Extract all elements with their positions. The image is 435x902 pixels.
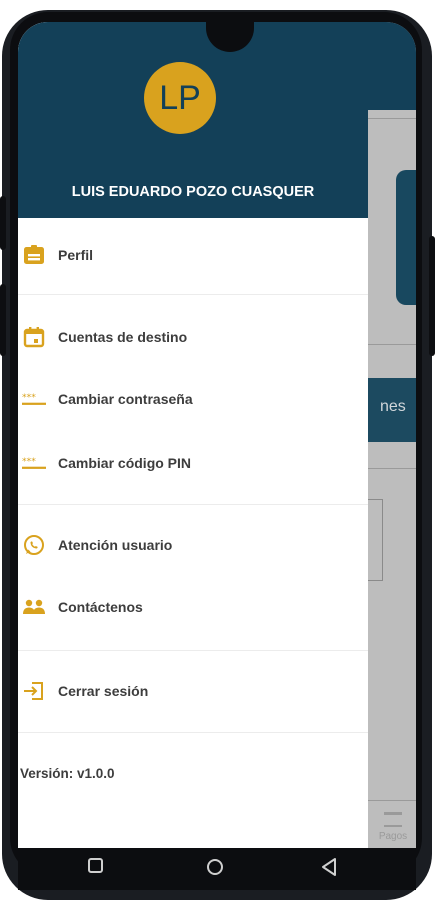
back-icon[interactable] — [318, 856, 340, 878]
menu-item-contactenos[interactable]: Contáctenos — [18, 578, 368, 636]
menu-item-perfil[interactable]: Perfil — [18, 226, 368, 284]
background-divider — [368, 468, 416, 469]
menu-item-label: Perfil — [58, 247, 94, 263]
home-icon[interactable] — [204, 856, 226, 878]
whatsapp-icon — [22, 533, 46, 557]
screen: nes Pagos LP LUIS EDUARDO POZO CUASQUER … — [18, 22, 416, 848]
menu-item-label: Cambiar contraseña — [58, 391, 193, 407]
background-tab-label: nes — [380, 398, 406, 415]
menu-item-cambiar-pin[interactable]: *** Cambiar código PIN — [18, 434, 368, 492]
menu-divider — [18, 294, 368, 295]
menu-divider — [18, 504, 368, 505]
background-divider — [368, 344, 416, 345]
menu-divider — [18, 650, 368, 651]
menu-item-cambiar-contrasena[interactable]: *** Cambiar contraseña — [18, 370, 368, 428]
background-divider — [368, 118, 416, 119]
logout-icon — [22, 679, 46, 703]
background-payments-tab: Pagos — [368, 812, 416, 842]
navigation-drawer: LP LUIS EDUARDO POZO CUASQUER Perfil Cue… — [18, 22, 368, 848]
drawer-header: LP LUIS EDUARDO POZO CUASQUER — [18, 22, 368, 218]
menu-item-cerrar-sesion[interactable]: Cerrar sesión — [18, 662, 368, 720]
calendar-icon — [22, 325, 46, 349]
background-payments-label: Pagos — [378, 831, 408, 842]
user-name: LUIS EDUARDO POZO CUASQUER — [71, 184, 315, 200]
svg-text:***: *** — [22, 392, 36, 403]
menu-item-label: Contáctenos — [58, 599, 143, 615]
pin-dots-icon: *** — [22, 451, 46, 475]
app-version: Versión: v1.0.0 — [20, 766, 115, 781]
svg-text:***: *** — [22, 456, 36, 467]
avatar-initials: LP — [159, 78, 201, 117]
payments-icon — [384, 812, 402, 827]
avatar[interactable]: LP — [144, 62, 216, 134]
menu-item-label: Cerrar sesión — [58, 683, 149, 699]
background-tab: nes — [368, 378, 416, 442]
volume-button — [0, 196, 6, 250]
menu-item-label: Cuentas de destino — [58, 329, 188, 345]
password-dots-icon: *** — [22, 387, 46, 411]
power-button — [0, 284, 6, 356]
background-divider — [368, 800, 416, 801]
side-button — [429, 236, 435, 356]
background-input-box — [368, 499, 383, 581]
menu-item-label: Atención usuario — [58, 537, 173, 553]
profile-card-icon — [22, 243, 46, 267]
menu-item-label: Cambiar código PIN — [58, 455, 192, 471]
background-account-card — [396, 170, 416, 305]
menu-item-atencion-usuario[interactable]: Atención usuario — [18, 516, 368, 574]
menu-item-cuentas-destino[interactable]: Cuentas de destino — [18, 308, 368, 366]
menu-divider — [18, 732, 368, 733]
recent-apps-icon[interactable] — [86, 856, 106, 876]
people-icon — [22, 595, 46, 619]
